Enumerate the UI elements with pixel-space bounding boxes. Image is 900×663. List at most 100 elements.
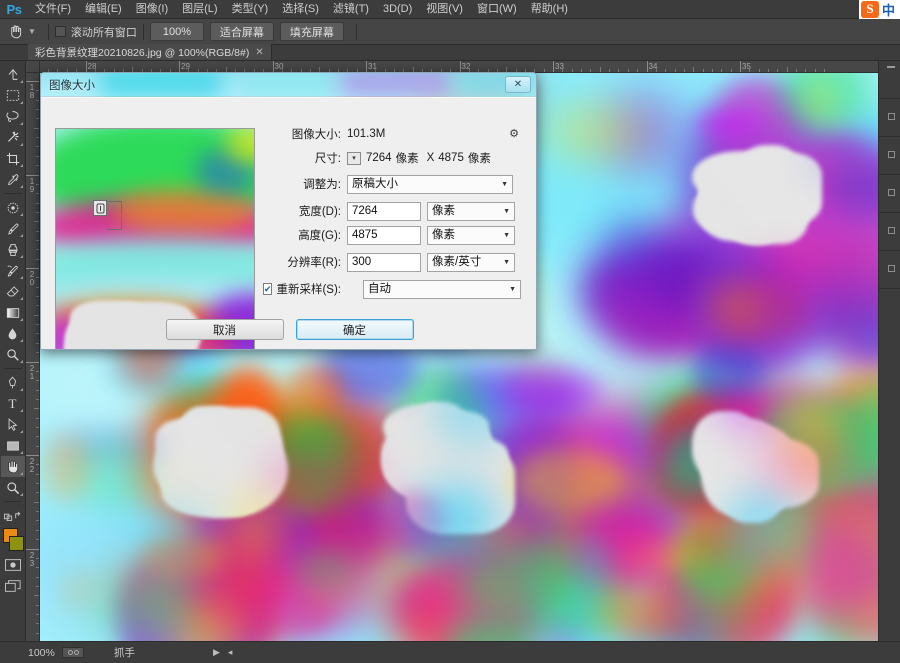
- dimensions-unit-dropdown-icon[interactable]: ▾: [347, 151, 361, 165]
- vertical-ruler[interactable]: 1 8 1 9 2 0 2 1 2 2 2 3: [26, 73, 40, 641]
- clone-stamp-tool[interactable]: [1, 239, 25, 260]
- eraser-tool[interactable]: [1, 281, 25, 302]
- menu-help[interactable]: 帮助(H): [524, 0, 575, 19]
- dodge-tool[interactable]: [1, 344, 25, 365]
- chevron-down-icon[interactable]: ▼: [501, 176, 508, 193]
- image-preview-thumbnail[interactable]: [55, 128, 255, 349]
- history-brush-tool[interactable]: [1, 260, 25, 281]
- ruler-minor-tick: [36, 567, 39, 569]
- ruler-minor-tick: [730, 69, 732, 72]
- magic-wand-tool[interactable]: [1, 127, 25, 148]
- resolution-unit-select[interactable]: 像素/英寸 ▼: [427, 252, 515, 272]
- menu-select[interactable]: 选择(S): [275, 0, 326, 19]
- resolution-input[interactable]: 300: [347, 252, 421, 272]
- chevron-down-icon[interactable]: ▼: [503, 203, 510, 220]
- move-tool[interactable]: [1, 64, 25, 85]
- ruler-major-tick: [646, 61, 648, 72]
- menu-file[interactable]: 文件(F): [28, 0, 78, 19]
- image-size-dialog[interactable]: 图像大小 ✕ 图像大小: 101.3M ⚙ 尺寸: ▾ 7264 像素 X 48…: [40, 72, 537, 350]
- status-play-icon[interactable]: ▶: [213, 647, 220, 658]
- default-colors-icon[interactable]: [1, 505, 25, 526]
- hand-icon[interactable]: [4, 22, 26, 42]
- zoom-100-button[interactable]: 100%: [149, 22, 204, 41]
- path-selection-tool[interactable]: [1, 414, 25, 435]
- pen-tool[interactable]: [1, 372, 25, 393]
- menu-edit[interactable]: 编辑(E): [78, 0, 129, 19]
- width-input[interactable]: 7264: [347, 201, 421, 221]
- ime-tray[interactable]: S 中: [858, 0, 900, 19]
- gear-icon[interactable]: ⚙: [509, 127, 519, 140]
- panel-section-5[interactable]: [879, 213, 900, 251]
- fit-screen-button[interactable]: 适合屏幕: [209, 22, 274, 41]
- ruler-major-tick: [459, 61, 461, 72]
- type-tool[interactable]: T: [1, 393, 25, 414]
- document-info-icon[interactable]: [62, 647, 84, 658]
- screen-mode-icon[interactable]: [1, 575, 25, 596]
- quick-mask-icon[interactable]: [1, 554, 25, 575]
- panel-section-2[interactable]: [879, 99, 900, 137]
- document-tab[interactable]: 彩色背景纹理20210826.jpg @ 100%(RGB/8#) ✕: [28, 44, 272, 60]
- panel-section-6[interactable]: [879, 251, 900, 289]
- right-panel-rail[interactable]: [878, 61, 900, 641]
- status-left-chevron-icon[interactable]: ◂: [228, 647, 233, 658]
- ruler-label: 1 8: [29, 83, 35, 100]
- fit-to-select[interactable]: 原稿大小 ▼: [347, 174, 513, 194]
- chevron-down-icon[interactable]: ▼: [503, 254, 510, 271]
- dimensions-width: 7264: [366, 152, 392, 164]
- eyedropper-tool[interactable]: [1, 169, 25, 190]
- crop-tool[interactable]: [1, 148, 25, 169]
- lasso-tool[interactable]: [1, 106, 25, 127]
- dialog-title-bar[interactable]: 图像大小 ✕: [41, 73, 536, 97]
- ruler-minor-tick: [36, 239, 39, 241]
- menu-image[interactable]: 图像(I): [129, 0, 175, 19]
- menu-type[interactable]: 类型(Y): [225, 0, 276, 19]
- ime-mode-label[interactable]: 中: [879, 0, 898, 19]
- cancel-button[interactable]: 取消: [165, 319, 284, 340]
- link-chain-icon[interactable]: [93, 200, 107, 216]
- resample-checkbox[interactable]: ✔: [262, 283, 273, 295]
- width-unit-select[interactable]: 像素 ▼: [427, 201, 515, 221]
- chevron-down-icon[interactable]: ▼: [509, 281, 516, 298]
- resample-method-select[interactable]: 自动 ▼: [363, 279, 521, 299]
- panel-section-3[interactable]: [879, 137, 900, 175]
- dimensions-row: 尺寸: ▾ 7264 像素 X 4875 像素: [263, 147, 521, 169]
- ruler-minor-tick: [36, 352, 39, 354]
- menu-window[interactable]: 窗口(W): [470, 0, 524, 19]
- background-color-swatch[interactable]: [8, 536, 24, 551]
- ruler-minor-tick: [758, 69, 760, 72]
- height-input[interactable]: 4875: [347, 225, 421, 245]
- ruler-minor-tick: [824, 69, 826, 72]
- height-unit-select[interactable]: 像素 ▼: [427, 225, 515, 245]
- menu-filter[interactable]: 滤镜(T): [326, 0, 376, 19]
- fill-screen-button[interactable]: 填充屏幕: [279, 22, 344, 41]
- ruler-minor-tick: [34, 408, 39, 410]
- ruler-minor-tick: [805, 69, 807, 72]
- close-icon[interactable]: ✕: [255, 47, 263, 58]
- dialog-close-button[interactable]: ✕: [505, 76, 531, 93]
- resolution-label: 分辨率(R):: [287, 257, 341, 269]
- zoom-tool[interactable]: [1, 477, 25, 498]
- panel-section-4[interactable]: [879, 175, 900, 213]
- rectangular-marquee-tool[interactable]: [1, 85, 25, 106]
- checkbox-box[interactable]: [54, 26, 66, 37]
- menu-layer[interactable]: 图层(L): [175, 0, 224, 19]
- menu-3d[interactable]: 3D(D): [376, 0, 419, 19]
- link-bracket-top: [107, 201, 121, 202]
- sogou-input-icon[interactable]: S: [860, 1, 879, 18]
- image-size-form: 图像大小: 101.3M ⚙ 尺寸: ▾ 7264 像素 X 4875 像素 调…: [262, 123, 521, 302]
- chevron-down-icon[interactable]: ▼: [503, 227, 510, 244]
- ok-button[interactable]: 确定: [295, 319, 414, 340]
- menu-view[interactable]: 视图(V): [419, 0, 470, 19]
- hand-tool[interactable]: [0, 456, 25, 477]
- panel-section-1[interactable]: [879, 61, 900, 99]
- zoom-level-field[interactable]: 100%: [0, 647, 62, 659]
- blur-tool[interactable]: [1, 323, 25, 344]
- brush-tool[interactable]: [1, 218, 25, 239]
- color-swatches[interactable]: [1, 528, 25, 554]
- scroll-all-windows-checkbox[interactable]: 滚动所有窗口: [54, 24, 137, 40]
- ruler-major-tick: [26, 174, 39, 176]
- rectangle-shape-tool[interactable]: [1, 435, 25, 456]
- spot-healing-brush-tool[interactable]: [1, 197, 25, 218]
- gradient-tool[interactable]: [1, 302, 25, 323]
- tool-preset-chevron-icon[interactable]: ▼: [26, 27, 42, 36]
